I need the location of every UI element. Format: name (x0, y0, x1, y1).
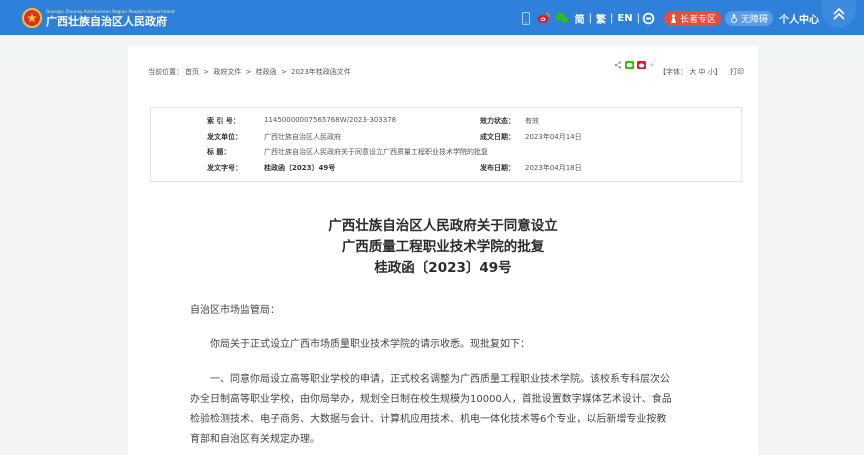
font-control-open: 【字体： (659, 68, 688, 76)
paragraph-1-line: 一、同意你局设立高等职业学校的申请，正式校名调整为广西质量工程职业技术学院。该校… (210, 374, 670, 385)
index-number-value: 11450000007565768W/2023-303378 (264, 116, 397, 124)
document-title-line-1: 广西壮族自治区人民政府关于同意设立 (328, 218, 558, 234)
separator: | (588, 12, 593, 24)
salutation: 自治区市场监管局： (190, 305, 280, 316)
accessibility-button[interactable]: 无障碍 (724, 10, 773, 26)
separator: | (610, 12, 614, 24)
breadcrumb-item-home[interactable]: 首页 (185, 68, 199, 76)
elder-zone-label: 长者专区 (679, 14, 716, 25)
user-center-link[interactable]: 个人中心 (779, 11, 819, 26)
issuer-value: 广西壮族自治区人民政府 (264, 133, 341, 141)
accessibility-label: 无障碍 (740, 14, 768, 25)
share-icon[interactable] (614, 61, 622, 71)
breadcrumb-separator: > (278, 68, 289, 76)
breadcrumb-separator: > (243, 68, 254, 76)
breadcrumb-prefix: 当前位置： (148, 68, 183, 76)
paragraph-1: 一、同意你局设立高等职业学校的申请，正式校名调整为广西质量工程职业技术学院。该校… (190, 370, 760, 450)
paragraph-1-line: 办全日制高等职业学校，由你局举办，规划全日制在校生规模为10000人，首批设置数… (190, 394, 672, 405)
content-card: 当前位置： 首页 > 政府文件 > 桂政函 > 2023年桂政函文件 【字体： 大… (128, 46, 758, 455)
document-metadata-table: 索 引 号： 11450000007565768W/2023-303378 效力… (150, 107, 742, 182)
site-logo[interactable]: Guangxi Zhuang Autonomous Region People'… (22, 8, 175, 28)
validity-label: 效力状态： (480, 117, 515, 125)
wechat-share-icon[interactable] (625, 61, 634, 71)
issuer-label: 发文单位： (207, 133, 242, 141)
lang-english-link[interactable]: EN (617, 13, 632, 24)
publish-date-value: 2023年04月18日 (525, 164, 582, 172)
written-date-value: 2023年04月14日 (525, 133, 582, 141)
wechat-icon[interactable] (555, 11, 569, 25)
paragraph-intro: 你局关于正式设立广西市场质量职业技术学院的请示收悉。现批复如下： (210, 339, 530, 350)
breadcrumb-item-guizhenghan[interactable]: 桂政函 (256, 68, 277, 76)
title-label: 标 题： (207, 148, 231, 156)
publish-date-label: 发布日期： (480, 164, 515, 172)
paragraph-1-line: 育部和自治区有关规定办理。 (190, 434, 320, 445)
share-bar (614, 61, 658, 71)
index-number-label: 索 引 号： (207, 117, 240, 125)
breadcrumb-item-2023[interactable]: 2023年桂政函文件 (291, 68, 351, 76)
double-chevron-up-icon (833, 7, 845, 20)
elder-zone-button[interactable]: 长者专区 (663, 10, 721, 26)
breadcrumb-row: 当前位置： 首页 > 政府文件 > 桂政函 > 2023年桂政函文件 【字体： 大… (148, 61, 744, 77)
validity-value: 有效 (525, 117, 539, 125)
font-control-close: 】 (714, 68, 722, 76)
separator: | (636, 12, 640, 24)
meta-row: 发文字号： 桂政函〔2023〕49号 发布日期： 2023年04月18日 (151, 163, 741, 175)
title-value: 广西壮族自治区人民政府关于同意设立广西质量工程职业技术学院的批复 (264, 148, 488, 156)
print-button[interactable]: 打印 (730, 68, 744, 76)
font-size-control: 【字体： 大 中 小】 打印 (659, 67, 744, 77)
font-small-button[interactable]: 小 (708, 68, 715, 76)
meta-row: 标 题： 广西壮族自治区人民政府关于同意设立广西质量工程职业技术学院的批复 (151, 147, 741, 159)
logo-chinese-text: 广西壮族自治区人民政府 (46, 14, 167, 28)
font-medium-button[interactable]: 中 (699, 68, 706, 76)
weibo-share-icon[interactable] (637, 61, 646, 71)
breadcrumb-item-gov-docs[interactable]: 政府文件 (213, 68, 241, 76)
meta-row: 发文单位： 广西壮族自治区人民政府 成文日期： 2023年04月14日 (151, 132, 741, 144)
lang-traditional-link[interactable]: 繁 (596, 11, 606, 26)
lang-simplified-link[interactable]: 简 (575, 11, 585, 26)
meta-row: 索 引 号： 11450000007565768W/2023-303378 效力… (151, 116, 741, 128)
mobile-icon[interactable] (519, 11, 533, 25)
header-toolbar: 简 | 繁 | EN | 长者专区 无障碍 个人中心 (519, 10, 819, 26)
paragraph-1-line: 检验检测技术、电子商务、大数据与会计、计算机应用技术、机电一体化技术等6个专业，… (190, 414, 667, 425)
doc-number-label: 发文字号： (207, 164, 242, 172)
scroll-top-button[interactable] (822, 0, 856, 28)
document-number-heading: 桂政函〔2023〕49号 (374, 260, 512, 276)
doc-number-value: 桂政函〔2023〕49号 (264, 164, 336, 172)
reading-mode-icon[interactable] (642, 11, 656, 25)
logo-english-text: Guangxi Zhuang Autonomous Region People'… (46, 8, 176, 14)
breadcrumb: 当前位置： 首页 > 政府文件 > 桂政函 > 2023年桂政函文件 (148, 67, 353, 77)
national-emblem-icon (22, 8, 42, 28)
breadcrumb-separator: > (201, 68, 212, 76)
document-title-line-2: 广西质量工程职业技术学院的批复 (341, 239, 545, 255)
font-large-button[interactable]: 大 (689, 68, 696, 76)
weibo-icon[interactable] (537, 11, 551, 25)
document-title: 广西壮族自治区人民政府关于同意设立 广西质量工程职业技术学院的批复 桂政函〔20… (128, 216, 758, 279)
top-header: Guangxi Zhuang Autonomous Region People'… (0, 0, 864, 35)
written-date-label: 成文日期： (480, 133, 515, 141)
more-share-icon[interactable] (649, 62, 655, 70)
